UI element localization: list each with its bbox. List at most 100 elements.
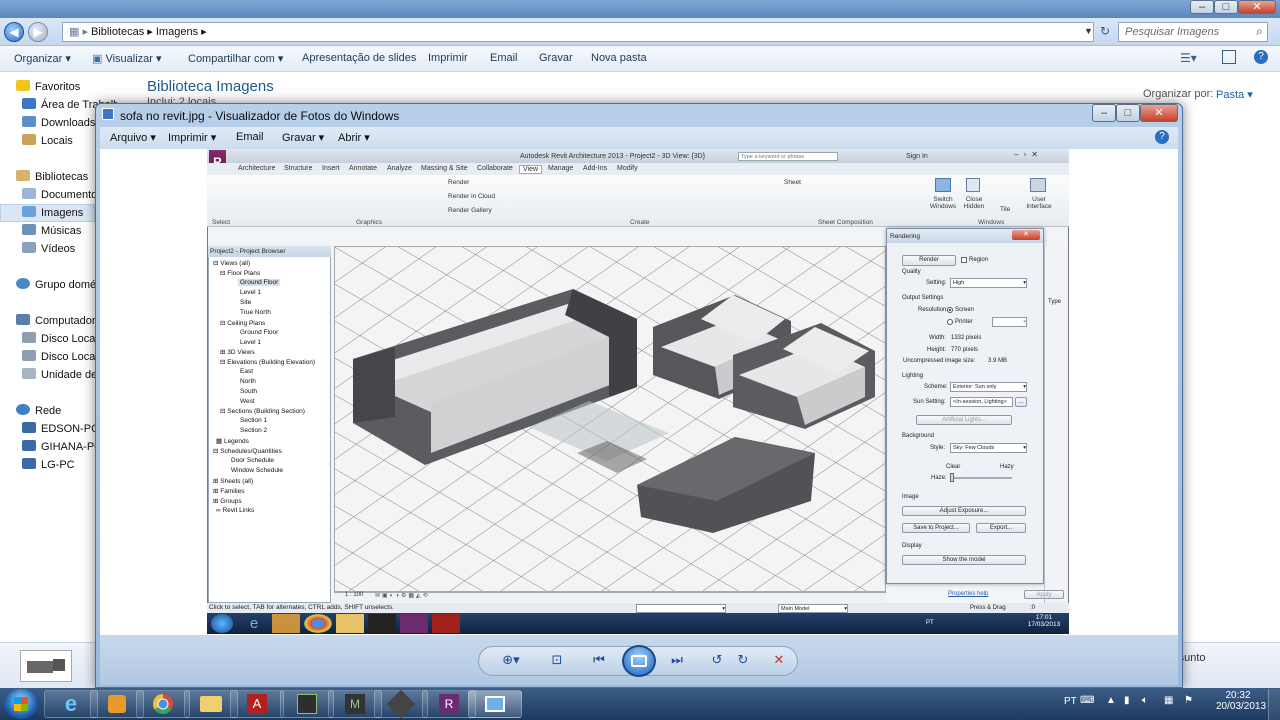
menu-burn[interactable]: Gravar ▾ — [282, 131, 324, 144]
workset-select[interactable]: ▾ — [636, 604, 726, 613]
tab-massing[interactable]: Massing & Site — [421, 165, 468, 172]
tree-true-north[interactable]: True North — [240, 309, 271, 316]
ribbon-switch-windows[interactable]: Switch Windows — [928, 196, 958, 210]
forward-icon[interactable]: ▶ — [28, 22, 48, 42]
menu-print[interactable]: Imprimir ▾ — [168, 131, 216, 144]
close-hidden-icon[interactable] — [966, 178, 980, 192]
menu-file[interactable]: Arquivo ▾ — [110, 131, 156, 144]
switch-windows-icon[interactable] — [935, 178, 951, 192]
clock[interactable]: 20:32 20/03/2013 — [1216, 690, 1266, 712]
tab-manage[interactable]: Manage — [548, 165, 573, 172]
view-scale[interactable]: 1 : 100 — [345, 592, 363, 598]
rotate-left-icon[interactable]: ↺ — [706, 650, 728, 670]
arrange-by-dropdown[interactable]: Pasta ▾ — [1216, 88, 1253, 101]
taskbar-chrome[interactable] — [136, 690, 190, 718]
tab-architecture[interactable]: Architecture — [238, 165, 275, 172]
show-model-button[interactable]: Show the model — [902, 555, 1026, 565]
apply-button[interactable]: Apply — [1024, 590, 1064, 599]
volume-icon[interactable]: 🔈︎ — [1142, 695, 1148, 706]
tab-view[interactable]: View — [519, 165, 543, 174]
view-menu[interactable]: ▣ Visualizar ▾ — [92, 52, 162, 65]
revit-search-input[interactable]: Type a keyword or phrase — [738, 152, 838, 161]
rotate-right-icon[interactable]: ↻ — [732, 650, 754, 670]
tree-south[interactable]: South — [240, 388, 257, 395]
tree-schedules[interactable]: ⊟ Schedules/Quantities — [213, 447, 282, 455]
tree-revit-links[interactable]: ∞ Revit Links — [216, 507, 254, 514]
share-menu[interactable]: Compartilhar com ▾ — [188, 52, 283, 65]
main-model-select[interactable]: Main Model ▾ — [778, 604, 848, 613]
search-icon[interactable]: ⌕ — [1256, 24, 1263, 39]
email-button[interactable]: Email — [490, 52, 518, 64]
address-bar[interactable]: ▦ ▸ Bibliotecas ▸ Imagens ▸ — [62, 22, 1094, 42]
breadcrumb-bibliotecas[interactable]: Bibliotecas — [91, 26, 144, 38]
tree-sheets[interactable]: ⊞ Sheets (all) — [213, 477, 253, 485]
tree-legends[interactable]: ▦ Legends — [216, 437, 249, 445]
zoom-icon[interactable]: ⊕▾ — [500, 650, 522, 670]
next-icon[interactable]: ⏭ — [666, 650, 688, 670]
tree-views-all[interactable]: ⊟ Views (all) — [213, 259, 250, 267]
language-indicator[interactable]: PT — [1064, 696, 1077, 707]
menu-open[interactable]: Abrir ▾ — [338, 131, 370, 144]
tab-insert[interactable]: Insert — [322, 165, 340, 172]
user-interface-icon[interactable] — [1030, 178, 1046, 192]
tab-addins[interactable]: Add-Ins — [583, 165, 607, 172]
taskbar-photo-viewer[interactable] — [468, 690, 522, 718]
viewer-maximize-button[interactable]: □ — [1116, 104, 1140, 122]
tree-ceiling-level1[interactable]: Level 1 — [240, 339, 261, 346]
action-center-icon[interactable]: ⚑ — [1184, 695, 1193, 706]
tree-ceiling-ground[interactable]: Ground Floor — [240, 329, 278, 336]
tree-west[interactable]: West — [240, 398, 255, 405]
previous-icon[interactable]: ⏮ — [588, 650, 610, 670]
close-button[interactable]: ✕ — [1238, 0, 1276, 14]
tab-annotate[interactable]: Annotate — [349, 165, 377, 172]
background-style-select[interactable]: Sky: Few Clouds ▾ — [950, 443, 1027, 453]
adjust-exposure-button[interactable]: Adjust Exposure... — [902, 506, 1026, 516]
sun-setting-browse-button[interactable]: … — [1015, 397, 1027, 407]
actual-size-icon[interactable]: ⊡ — [546, 650, 568, 670]
print-button[interactable]: Imprimir — [428, 52, 468, 64]
ribbon-sheet[interactable]: Sheet — [784, 179, 801, 186]
ribbon-render[interactable]: Render — [448, 179, 469, 186]
artificial-lights-button[interactable]: Artificial Lights... — [916, 415, 1012, 425]
tree-level-1[interactable]: Level 1 — [240, 289, 261, 296]
help-icon[interactable]: ? — [1254, 50, 1268, 64]
tab-structure[interactable]: Structure — [284, 165, 312, 172]
ribbon-render-gallery[interactable]: Render Gallery — [448, 207, 492, 214]
tree-window-schedule[interactable]: Window Schedule — [231, 467, 283, 474]
breadcrumb-imagens[interactable]: Imagens — [156, 26, 198, 38]
ribbon-render-cloud[interactable]: Render in Cloud — [448, 193, 495, 200]
minimize-button[interactable]: – — [1190, 0, 1214, 14]
tree-door-schedule[interactable]: Door Schedule — [231, 457, 274, 464]
slideshow-play-button[interactable] — [622, 645, 656, 677]
start-button[interactable] — [4, 689, 38, 719]
ribbon-close-hidden[interactable]: Close Hidden — [960, 196, 988, 210]
tree-east[interactable]: East — [240, 368, 253, 375]
menu-email[interactable]: Email — [236, 131, 264, 143]
organize-menu[interactable]: Organizar ▾ — [14, 52, 71, 65]
tree-families[interactable]: ⊞ Families — [213, 487, 244, 495]
tree-sections[interactable]: ⊟ Sections (Building Section) — [220, 407, 305, 415]
region-checkbox[interactable] — [961, 257, 967, 263]
view-options-icon[interactable]: ☰▾ — [1180, 51, 1197, 65]
tab-modify[interactable]: Modify — [617, 165, 638, 172]
revit-sign-in[interactable]: Sign In — [906, 153, 928, 160]
keyboard-icon[interactable]: ⌨ — [1080, 695, 1094, 706]
export-button[interactable]: Export... — [976, 523, 1026, 533]
taskbar-acrobat[interactable]: A — [230, 690, 284, 718]
battery-icon[interactable]: ▮ — [1124, 695, 1130, 706]
viewer-help-icon[interactable]: ? — [1155, 130, 1169, 144]
tree-north[interactable]: North — [240, 378, 256, 385]
chevron-down-icon[interactable]: ▼ — [1084, 26, 1093, 36]
tab-analyze[interactable]: Analyze — [387, 165, 412, 172]
tab-collaborate[interactable]: Collaborate — [477, 165, 513, 172]
screen-radio[interactable] — [947, 307, 953, 313]
save-to-project-button[interactable]: Save to Project... — [902, 523, 970, 533]
quality-select[interactable]: High ▾ — [950, 278, 1027, 288]
taskbar-excel[interactable] — [280, 690, 334, 718]
back-icon[interactable]: ◀ — [4, 22, 24, 42]
rendering-close-button[interactable]: ✕ — [1012, 230, 1040, 240]
maximize-button[interactable]: □ — [1214, 0, 1238, 14]
tree-site[interactable]: Site — [240, 299, 251, 306]
tree-elevations[interactable]: ⊟ Elevations (Building Elevation) — [220, 358, 315, 366]
scheme-select[interactable]: Exterior: Sun only ▾ — [950, 382, 1027, 392]
